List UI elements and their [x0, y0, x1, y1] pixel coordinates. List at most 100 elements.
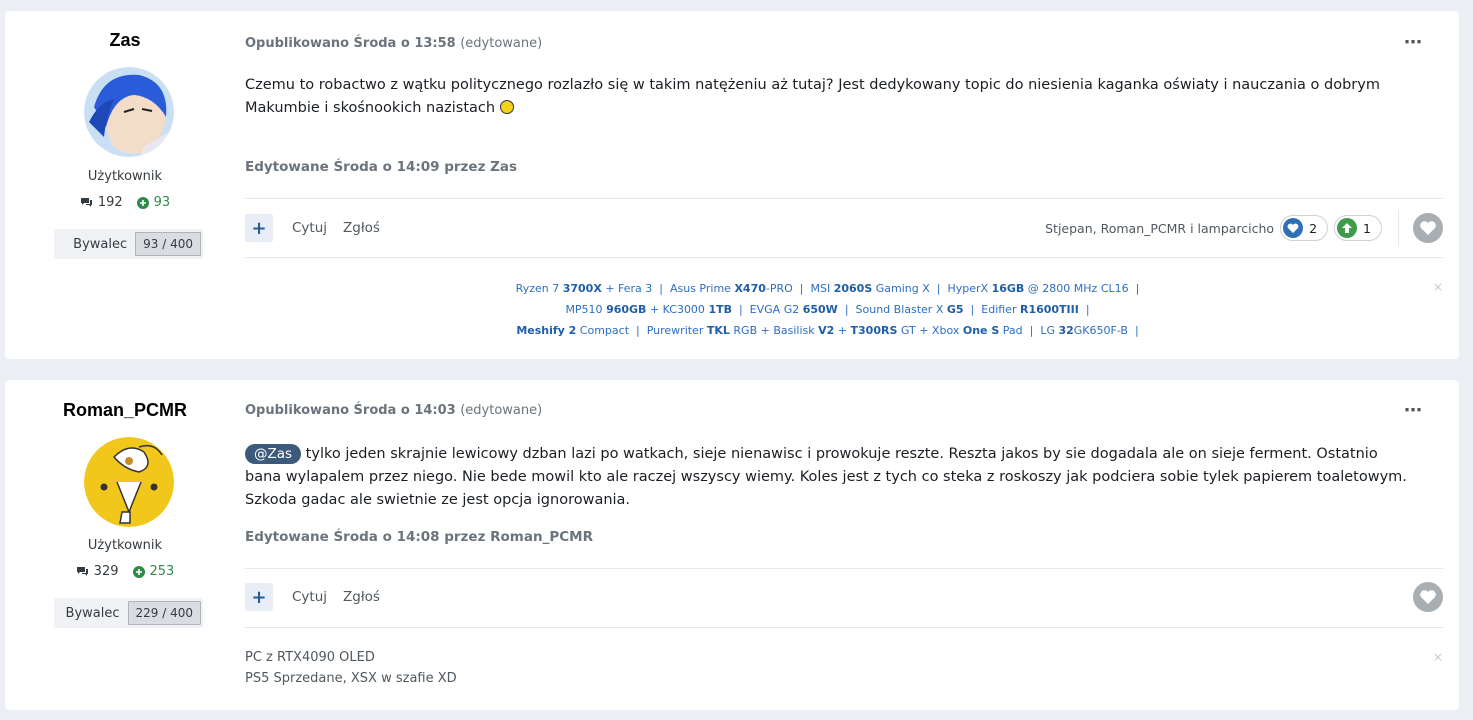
signature-text[interactable]: | [1079, 303, 1090, 316]
signature-highlight[interactable]: X470 [734, 282, 765, 295]
post-count: 329 [76, 564, 119, 579]
signature-line: PS5 Sprzedane, XSX w szafie XD [245, 671, 457, 686]
signature: PC z RTX4090 OLED PS5 Sprzedane, XSX w s… [245, 647, 1410, 689]
signature-highlight[interactable]: R1600TIII [1020, 303, 1079, 316]
author-name[interactable]: Roman_PCMR [5, 400, 245, 421]
signature-text[interactable]: + [834, 324, 850, 337]
signature-highlight[interactable]: 650W [803, 303, 838, 316]
signature-text[interactable]: GK650F-B | [1074, 324, 1139, 337]
hide-signature-icon[interactable]: × [1433, 280, 1443, 294]
author-name[interactable]: Zas [5, 30, 245, 51]
post-text: tylko jeden skrajnie lewicowy dzban lazi… [245, 446, 1407, 508]
multiquote-plus-icon[interactable]: + [245, 583, 273, 611]
reactions-bar: Stjepan, Roman_PCMR i lamparcicho 2 1 [1045, 210, 1443, 246]
post-count-value: 192 [97, 195, 123, 210]
signature-text[interactable]: RGB + Basilisk [730, 324, 818, 337]
post-date[interactable]: Opublikowano Środa o 13:58 [245, 36, 456, 51]
more-options-icon[interactable]: ⋯ [1404, 32, 1423, 53]
post-roman-pcmr: Roman_PCMR Użytkownik 329 253 Bywalec 22… [5, 380, 1459, 710]
quote-button[interactable]: Cytuj [292, 220, 327, 236]
reputation: 253 [132, 564, 175, 579]
signature-highlight[interactable]: One S [963, 324, 999, 337]
react-heart-icon[interactable] [1413, 213, 1443, 243]
post-content: Czemu to robactwo z wątku politycznego r… [245, 74, 1410, 120]
signature-text[interactable]: MP510 [565, 303, 606, 316]
quote-button[interactable]: Cytuj [292, 589, 327, 605]
reaction-heart-count: 2 [1309, 220, 1318, 236]
signature-text[interactable]: | EVGA G2 [732, 303, 803, 316]
signature-highlight[interactable]: V2 [818, 324, 834, 337]
member-group: Użytkownik [87, 169, 163, 184]
edited-flag: (edytowane) [460, 36, 543, 51]
rank-label: Bywalec [65, 605, 120, 621]
signature-text[interactable]: Compact | Purewriter [576, 324, 707, 337]
signature-text[interactable]: | Sound Blaster X [838, 303, 947, 316]
divider [1398, 210, 1399, 246]
reactions-bar [1399, 582, 1443, 612]
author-stats: 329 253 [5, 564, 245, 579]
post-actions: + Cytuj Zgłoś [245, 582, 1443, 612]
emoji-icon [499, 100, 514, 114]
rank-progress: 229 / 400 [127, 601, 201, 625]
comment-icon [76, 567, 88, 576]
rank-label: Bywalec [73, 236, 128, 252]
signature-highlight[interactable]: T300RS [851, 324, 898, 337]
signature-text[interactable]: @ 2800 MHz CL16 | [1024, 282, 1140, 295]
mention-link[interactable]: @Zas [245, 444, 302, 464]
multiquote-plus-icon[interactable]: + [245, 214, 273, 242]
signature-highlight[interactable]: 1TB [708, 303, 732, 316]
heart-reaction-icon [1283, 218, 1304, 238]
post-count-value: 329 [93, 564, 119, 579]
signature-highlight[interactable]: G5 [947, 303, 964, 316]
post-actions: + Cytuj Zgłoś Stjepan, Roman_PCMR i lamp… [245, 210, 1443, 246]
post-count: 192 [80, 195, 123, 210]
signature: Ryzen 7 3700X + Fera 3 | Asus Prime X470… [245, 278, 1410, 341]
signature-highlight[interactable]: Meshify 2 [516, 324, 576, 337]
signature-text[interactable]: Pad | LG [999, 324, 1058, 337]
signature-line: PC z RTX4090 OLED [245, 650, 375, 665]
reaction-upvote[interactable]: 1 [1334, 215, 1382, 241]
divider [245, 257, 1443, 258]
signature-line: MP510 960GB + KC3000 1TB | EVGA G2 650W … [245, 299, 1410, 320]
signature-highlight[interactable]: 3700X [563, 282, 602, 295]
signature-text[interactable]: + Fera 3 | Asus Prime [602, 282, 735, 295]
hide-signature-icon[interactable]: × [1433, 650, 1443, 664]
signature-text[interactable]: Gaming X | HyperX [872, 282, 991, 295]
comment-icon [80, 198, 92, 207]
edit-note: Edytowane Środa o 14:08 przez Roman_PCMR [245, 529, 593, 545]
plus-circle-icon [132, 565, 145, 578]
signature-highlight[interactable]: 2060S [834, 282, 873, 295]
signature-highlight[interactable]: 960GB [606, 303, 646, 316]
reacted-by[interactable]: Stjepan, Roman_PCMR i lamparcicho [1045, 221, 1274, 236]
reputation: 93 [136, 195, 171, 210]
signature-text[interactable]: + KC3000 [646, 303, 708, 316]
report-button[interactable]: Zgłoś [343, 220, 380, 236]
react-heart-icon[interactable] [1413, 582, 1443, 612]
report-button[interactable]: Zgłoś [343, 589, 380, 605]
avatar[interactable] [84, 437, 174, 527]
signature-text[interactable]: | Edifier [964, 303, 1020, 316]
signature-highlight[interactable]: 32 [1058, 324, 1073, 337]
signature-text[interactable]: GT + Xbox [897, 324, 962, 337]
divider [245, 627, 1443, 628]
post-meta: Opublikowano Środa o 13:58 (edytowane) [245, 36, 542, 51]
reputation-value: 253 [149, 564, 175, 579]
signature-highlight[interactable]: TKL [707, 324, 730, 337]
signature-text[interactable]: -PRO | MSI [766, 282, 834, 295]
avatar[interactable] [84, 67, 174, 157]
post-meta: Opublikowano Środa o 14:03 (edytowane) [245, 403, 542, 418]
signature-highlight[interactable]: 16GB [992, 282, 1025, 295]
edit-note: Edytowane Środa o 14:09 przez Zas [245, 159, 518, 175]
signature-line: Ryzen 7 3700X + Fera 3 | Asus Prime X470… [245, 278, 1410, 299]
rank-progress: 93 / 400 [135, 232, 201, 256]
post-zas: Zas Użytkownik 192 93 Bywalec 93 / 400 O… [5, 11, 1459, 359]
post-content: @Zas tylko jeden skrajnie lewicowy dzban… [245, 443, 1410, 512]
more-options-icon[interactable]: ⋯ [1404, 400, 1423, 421]
reputation-value: 93 [153, 195, 171, 210]
signature-text[interactable]: Ryzen 7 [516, 282, 563, 295]
post-date[interactable]: Opublikowano Środa o 14:03 [245, 403, 456, 418]
reaction-upvote-count: 1 [1363, 220, 1371, 236]
post-text: Czemu to robactwo z wątku politycznego r… [245, 77, 1380, 116]
reaction-heart[interactable]: 2 [1280, 215, 1329, 241]
divider [245, 568, 1443, 569]
